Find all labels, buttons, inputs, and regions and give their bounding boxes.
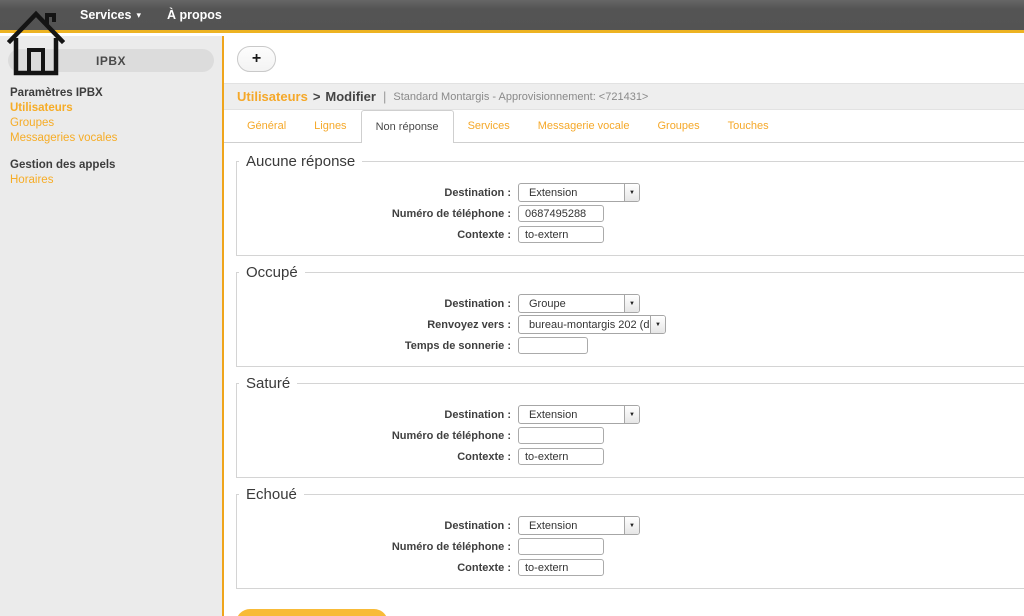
row-contexte: Contexte : (237, 446, 1024, 467)
tab-services[interactable]: Services (454, 110, 524, 142)
content-panel: + Utilisateurs > Modifier | Standard Mon… (222, 36, 1024, 616)
breadcrumb-subtitle: Standard Montargis - Approvisionnement: … (393, 90, 648, 103)
numero-telephone-label: Numéro de téléphone : (237, 430, 511, 442)
tab-non-reponse[interactable]: Non réponse (361, 110, 454, 143)
breadcrumb-section-link[interactable]: Utilisateurs (237, 89, 308, 104)
save-button[interactable]: SAUVEGARDER (236, 609, 388, 616)
nav-services-menu[interactable]: Services ▾ (80, 8, 141, 22)
renvoyez-vers-label: Renvoyez vers : (237, 319, 511, 331)
numero-telephone-input[interactable] (518, 205, 604, 222)
destination-select[interactable]: Extension ▼ (518, 183, 640, 202)
breadcrumb-page-title: Modifier (325, 89, 376, 104)
plus-icon: + (252, 51, 261, 67)
row-numero-telephone: Numéro de téléphone : (237, 203, 1024, 224)
row-destination: Destination : Groupe ▼ (237, 293, 1024, 314)
destination-select-value: Extension (519, 187, 624, 199)
renvoyez-vers-select[interactable]: bureau-montargis 202 (default) ▼ (518, 315, 666, 334)
dropdown-arrow-icon: ▼ (624, 517, 639, 534)
row-destination: Destination : Extension ▼ (237, 182, 1024, 203)
destination-select-value: Extension (519, 409, 624, 421)
sidebar-item-horaires[interactable]: Horaires (0, 173, 222, 188)
fieldset-sature-title: Saturé (239, 375, 297, 392)
top-navbar: Services ▾ À propos (0, 0, 1024, 33)
row-destination: Destination : Extension ▼ (237, 404, 1024, 425)
destination-select-value: Extension (519, 520, 624, 532)
row-numero-telephone: Numéro de téléphone : (237, 425, 1024, 446)
row-contexte: Contexte : (237, 224, 1024, 245)
destination-select[interactable]: Extension ▼ (518, 516, 640, 535)
dropdown-arrow-icon: ▼ (624, 295, 639, 312)
destination-label: Destination : (237, 520, 511, 532)
breadcrumb-pipe: | (383, 89, 386, 104)
row-numero-telephone: Numéro de téléphone : (237, 536, 1024, 557)
contexte-label: Contexte : (237, 562, 511, 574)
fieldset-echoue: Echoué Destination : Extension ▼ Numéro … (236, 486, 1024, 589)
dropdown-arrow-icon: ▼ (624, 184, 639, 201)
tab-bar: Général Lignes Non réponse Services Mess… (224, 110, 1024, 143)
sidebar-item-utilisateurs[interactable]: Utilisateurs (0, 101, 222, 116)
sidebar-section-gestion-appels: Gestion des appels Horaires (0, 156, 222, 188)
row-destination: Destination : Extension ▼ (237, 515, 1024, 536)
fieldset-sature: Saturé Destination : Extension ▼ Numéro … (236, 375, 1024, 478)
tab-messagerie-vocale[interactable]: Messagerie vocale (524, 110, 644, 142)
fieldset-occupe: Occupé Destination : Groupe ▼ Renvoyez v… (236, 264, 1024, 367)
nav-about-label: À propos (167, 8, 222, 22)
destination-label: Destination : (237, 298, 511, 310)
contexte-input[interactable] (518, 559, 604, 576)
fieldset-aucune-reponse-title: Aucune réponse (239, 153, 362, 170)
numero-telephone-label: Numéro de téléphone : (237, 541, 511, 553)
row-temps-sonnerie: Temps de sonnerie : (237, 335, 1024, 356)
main-layout: IPBX Paramètres IPBX Utilisateurs Groupe… (0, 36, 1024, 616)
destination-select-value: Groupe (519, 298, 624, 310)
numero-telephone-label: Numéro de téléphone : (237, 208, 511, 220)
non-reponse-form: Aucune réponse Destination : Extension ▼… (224, 143, 1024, 616)
contexte-label: Contexte : (237, 451, 511, 463)
add-button[interactable]: + (237, 46, 276, 72)
tab-groupes[interactable]: Groupes (643, 110, 713, 142)
renvoyez-vers-select-value: bureau-montargis 202 (default) (519, 319, 650, 331)
numero-telephone-input[interactable] (518, 427, 604, 444)
breadcrumb: Utilisateurs > Modifier | Standard Monta… (224, 83, 1024, 110)
tab-lignes[interactable]: Lignes (300, 110, 360, 142)
contexte-label: Contexte : (237, 229, 511, 241)
contexte-input[interactable] (518, 226, 604, 243)
row-contexte: Contexte : (237, 557, 1024, 578)
fieldset-occupe-title: Occupé (239, 264, 305, 281)
sidebar-heading-parametres-ipbx: Paramètres IPBX (0, 84, 222, 101)
chevron-down-icon: ▾ (136, 10, 141, 21)
row-renvoyez-vers: Renvoyez vers : bureau-montargis 202 (de… (237, 314, 1024, 335)
numero-telephone-input[interactable] (518, 538, 604, 555)
dropdown-arrow-icon: ▼ (624, 406, 639, 423)
temps-sonnerie-input[interactable] (518, 337, 588, 354)
dropdown-arrow-icon: ▼ (650, 316, 665, 333)
destination-label: Destination : (237, 409, 511, 421)
fieldset-aucune-reponse: Aucune réponse Destination : Extension ▼… (236, 153, 1024, 256)
sidebar-item-groupes[interactable]: Groupes (0, 116, 222, 131)
tab-touches[interactable]: Touches (714, 110, 783, 142)
home-icon[interactable] (7, 4, 65, 81)
nav-services-label: Services (80, 8, 131, 22)
temps-sonnerie-label: Temps de sonnerie : (237, 340, 511, 352)
sidebar-section-parametres: Paramètres IPBX Utilisateurs Groupes Mes… (0, 84, 222, 146)
destination-select[interactable]: Extension ▼ (518, 405, 640, 424)
tab-general[interactable]: Général (233, 110, 300, 142)
destination-select[interactable]: Groupe ▼ (518, 294, 640, 313)
sidebar: IPBX Paramètres IPBX Utilisateurs Groupe… (0, 36, 222, 616)
contexte-input[interactable] (518, 448, 604, 465)
breadcrumb-arrow: > (313, 89, 321, 104)
sidebar-heading-gestion-des-appels: Gestion des appels (0, 156, 222, 173)
sidebar-item-messageries-vocales[interactable]: Messageries vocales (0, 131, 222, 146)
destination-label: Destination : (237, 187, 511, 199)
nav-about-link[interactable]: À propos (167, 8, 222, 22)
fieldset-echoue-title: Echoué (239, 486, 304, 503)
